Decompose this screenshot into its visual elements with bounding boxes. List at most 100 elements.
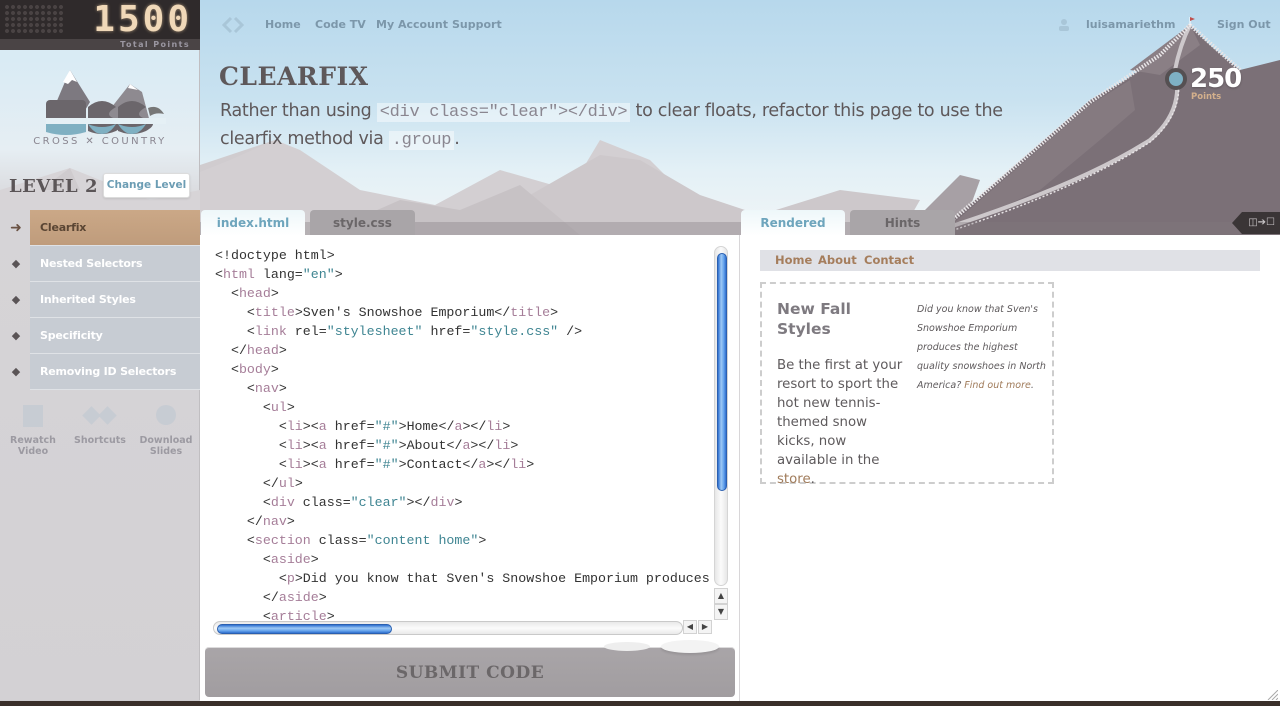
snow-decoration [604, 642, 650, 651]
scroll-down-arrow-icon[interactable]: ▼ [714, 604, 728, 620]
code-text-token: href= [326, 419, 375, 434]
challenge-header: Home Code TV My Account Support luisamar… [200, 0, 1280, 235]
rewatch-video-button[interactable]: Rewatch Video [0, 405, 66, 457]
code-text-token: class= [310, 533, 367, 548]
lesson-item-nested-selectors[interactable]: ◆ Nested Selectors [0, 246, 200, 282]
code-line: </nav> [215, 512, 713, 531]
rewatch-video-label-2: Video [17, 446, 49, 457]
store-link[interactable]: store [777, 472, 811, 487]
preview-aside-text: Did you know that Sven's Snowshoe Empori… [917, 304, 1046, 391]
code-text-token: < [215, 286, 239, 301]
lesson-item-inherited-styles[interactable]: ◆ Inherited Styles [0, 282, 200, 318]
challenge-title: CLEARFIX [219, 62, 369, 91]
code-line: <p>Did you know that Sven's Snowshoe Emp… [215, 569, 713, 588]
tab-hints[interactable]: Hints [850, 210, 955, 236]
code-text-token: < [215, 609, 271, 621]
vertical-scroll-thumb[interactable] [717, 253, 727, 491]
code-line: <li><a href="#">Contact</a></li> [215, 455, 713, 474]
code-editor[interactable]: <!doctype html> <html lang="en"> <head> <… [205, 235, 735, 640]
code-tag-token: nav [254, 381, 279, 396]
code-text-token: ></ [486, 457, 511, 472]
layout-toggle-button[interactable]: ◫➔☐ [1232, 212, 1280, 234]
sign-out-link[interactable]: Sign Out [1217, 18, 1271, 31]
preview-paragraph-text: Be the first at your resort to sport the… [777, 358, 903, 468]
code-tag-token: aside [270, 552, 311, 567]
code-school-logo-icon[interactable] [222, 16, 244, 34]
horizontal-scroll-thumb[interactable] [217, 624, 392, 634]
code-text-token: < [215, 362, 239, 377]
code-text-token: >Contact</ [398, 457, 479, 472]
code-line: </aside> [215, 588, 713, 607]
code-content[interactable]: <!doctype html> <html lang="en"> <head> <… [215, 246, 713, 621]
tab-index-html[interactable]: index.html [201, 210, 305, 236]
code-text-token: < [215, 571, 287, 586]
code-tag-token: li [286, 438, 303, 453]
code-text-token: </ [215, 343, 247, 358]
tab-rendered[interactable]: Rendered [741, 210, 845, 236]
code-value-token: "en" [302, 267, 335, 282]
code-text-token: >< [302, 419, 319, 434]
lesson-item-clearfix[interactable]: ➜ Clearfix [0, 210, 200, 246]
preview-content-section: New Fall Styles Be the first at your res… [760, 282, 1054, 487]
code-line: <li><a href="#">Home</a></li> [215, 417, 713, 436]
scroll-up-arrow-icon[interactable]: ▲ [714, 588, 728, 604]
code-text-token: < [215, 457, 287, 472]
scoreboard-dots [4, 4, 64, 34]
code-text-token: < [215, 324, 255, 339]
shortcuts-button[interactable]: Shortcuts [67, 405, 133, 446]
horizontal-scroll-track[interactable] [213, 621, 683, 635]
preview-nav-about[interactable]: About [818, 253, 857, 267]
lesson-label: Clearfix [30, 210, 200, 246]
desc-code-clear-div: <div class="clear"></div> [376, 103, 631, 122]
code-tag-token: a [318, 438, 327, 453]
scroll-right-arrow-icon[interactable]: ▶ [698, 620, 712, 634]
code-tag-token: html [222, 267, 255, 282]
resize-grip-icon[interactable] [1266, 690, 1278, 700]
change-level-button[interactable]: Change Level [103, 173, 190, 198]
username-link[interactable]: luisamariethm [1086, 18, 1175, 31]
code-tag-token: li [510, 457, 527, 472]
code-text-token: > [286, 400, 295, 415]
code-text-token: < [215, 305, 255, 320]
code-tag-token: ul [278, 476, 295, 491]
editor-vertical-scrollbar[interactable]: ▲ ▼ [714, 246, 728, 620]
code-text-token: > [286, 514, 295, 529]
lesson-item-removing-id-selectors[interactable]: ◆ Removing ID Selectors [0, 354, 200, 390]
code-line: <section class="content home"> [215, 531, 713, 550]
lesson-item-specificity[interactable]: ◆ Specificity [0, 318, 200, 354]
code-text-token: < [215, 552, 271, 567]
code-tag-token: a [318, 419, 327, 434]
code-text-token: < [215, 419, 287, 434]
code-line: <li><a href="#">About</a></li> [215, 436, 713, 455]
tab-style-css[interactable]: style.css [310, 210, 415, 236]
code-value-token: "content home" [366, 533, 479, 548]
code-tag-token: li [486, 419, 503, 434]
code-text-token: </ [215, 476, 279, 491]
scroll-left-arrow-icon[interactable]: ◀ [683, 620, 697, 634]
submit-code-button[interactable]: SUBMIT CODE [205, 647, 735, 697]
code-text-token: > [478, 533, 487, 548]
find-out-more-link[interactable]: Find out more [964, 380, 1031, 391]
nav-link-home[interactable]: Home [265, 18, 301, 31]
nav-link-my-account[interactable]: My Account [376, 18, 448, 31]
preview-nav-home[interactable]: Home [775, 253, 812, 267]
code-text-token: > [278, 343, 287, 358]
download-slides-label-2: Slides [149, 446, 183, 457]
nav-link-support[interactable]: Support [452, 18, 502, 31]
code-text-token: > [310, 552, 319, 567]
level-title: LEVEL 2 [9, 176, 99, 197]
tools-bar: Rewatch Video Shortcuts Download Slides [0, 405, 200, 465]
desc-text: Rather than using [220, 101, 377, 121]
code-tag-token: li [286, 457, 303, 472]
download-slides-button[interactable]: Download Slides [133, 405, 199, 457]
editor-horizontal-scrollbar[interactable]: ◀ ▶ [213, 620, 713, 635]
code-text-token: < [215, 495, 271, 510]
preview-heading: New Fall Styles [777, 300, 851, 338]
code-line: <div class="clear"></div> [215, 493, 713, 512]
rendered-preview: Home About Contact New Fall Styles Be th… [740, 235, 1280, 701]
nav-link-code-tv[interactable]: Code TV [315, 18, 366, 31]
preview-nav-contact[interactable]: Contact [864, 253, 914, 267]
code-text-token: > [510, 438, 519, 453]
vertical-scroll-track[interactable] [714, 246, 728, 586]
code-text-token: > [294, 476, 303, 491]
